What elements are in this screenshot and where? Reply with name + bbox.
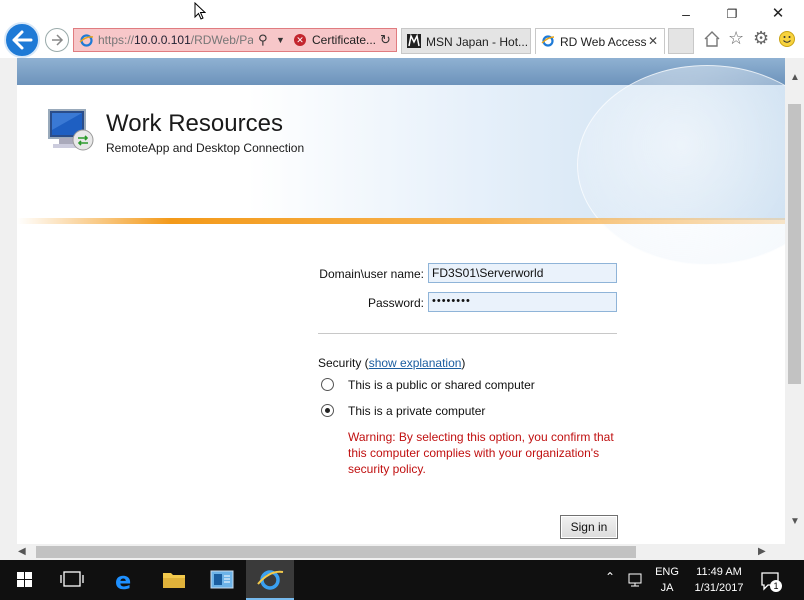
arrow-right-icon — [52, 34, 64, 46]
horizontal-scroll-thumb[interactable] — [36, 546, 636, 558]
gear-icon[interactable]: ⚙ — [753, 28, 769, 49]
scroll-up-arrow-icon[interactable]: ▲ — [790, 72, 800, 83]
ie-icon — [541, 35, 555, 47]
internet-explorer-taskbar-button[interactable] — [246, 560, 294, 600]
chevron-down-icon[interactable]: ▼ — [276, 35, 285, 45]
task-view-button[interactable] — [48, 560, 96, 600]
back-button[interactable] — [4, 22, 40, 58]
tab-msn-japan[interactable]: MSN Japan - Hot... — [401, 28, 531, 54]
scroll-right-arrow-icon[interactable]: ▶ — [758, 546, 766, 557]
domain-user-input[interactable] — [428, 263, 617, 283]
ie-page-icon — [79, 34, 94, 47]
ie-icon — [257, 570, 284, 590]
chevron-up-icon[interactable]: ⌃ — [605, 570, 615, 584]
smiley-feedback-icon[interactable] — [778, 30, 796, 48]
private-computer-radio[interactable] — [321, 404, 334, 417]
private-computer-label[interactable]: This is a private computer — [348, 404, 485, 418]
radio-selected-dot — [325, 408, 330, 413]
address-bar[interactable]: https://10.0.0.101/RDWeb/Pa ⚲ ▼ ✕ Certif… — [73, 28, 397, 52]
input-language-indicator[interactable]: ENG JA — [654, 564, 680, 596]
sign-in-button[interactable]: Sign in — [560, 515, 618, 539]
new-tab-button[interactable] — [668, 28, 694, 54]
public-computer-label[interactable]: This is a public or shared computer — [348, 378, 535, 392]
home-icon[interactable] — [703, 30, 721, 48]
taskbar: e ⌃ ENG JA 11:49 AM 1/31/2017 1 — [0, 560, 804, 600]
clock[interactable]: 11:49 AM 1/31/2017 — [688, 564, 750, 596]
folder-icon — [163, 573, 185, 588]
close-tab-icon[interactable]: ✕ — [648, 34, 658, 48]
show-explanation-link[interactable]: show explanation — [369, 356, 462, 370]
remote-desktop-icon — [48, 109, 94, 151]
header-accent-bar — [17, 218, 785, 224]
rd-web-page: Work Resources RemoteApp and Desktop Con… — [17, 58, 785, 544]
browser-chrome: – ❐ ✕ https://10.0.0.101/RDWeb/Pa ⚲ ▼ ✕ … — [0, 0, 804, 58]
vertical-scroll-thumb[interactable] — [788, 104, 801, 384]
domain-user-label: Domain\user name: — [319, 267, 424, 281]
server-manager-button[interactable] — [198, 560, 246, 600]
msn-icon — [407, 34, 421, 48]
start-button[interactable] — [0, 560, 48, 600]
url-text: https://10.0.0.101/RDWeb/Pa — [98, 33, 253, 47]
mouse-cursor-icon — [194, 2, 206, 20]
security-heading: Security (show explanation) — [318, 356, 466, 370]
tab-rd-web-access[interactable]: RD Web Access ✕ — [535, 28, 665, 54]
server-manager-icon — [210, 570, 234, 589]
tab-label: RD Web Access — [560, 35, 647, 49]
task-view-icon — [60, 571, 84, 587]
edge-taskbar-button[interactable]: e — [100, 560, 148, 600]
windows-logo-icon — [17, 572, 32, 587]
security-warning-text: Warning: By selecting this option, you c… — [348, 430, 614, 476]
password-input[interactable]: •••••••• — [428, 292, 617, 312]
scroll-left-arrow-icon[interactable]: ◀ — [18, 546, 26, 557]
file-explorer-button[interactable] — [150, 560, 198, 600]
restore-button[interactable]: ❐ — [720, 6, 744, 22]
horizontal-scrollbar[interactable]: ◀ ▶ — [0, 544, 804, 560]
arrow-left-icon — [12, 30, 33, 50]
vertical-scrollbar[interactable]: ▲ ▼ — [785, 58, 804, 544]
svg-text:e: e — [115, 567, 131, 595]
public-computer-radio[interactable] — [321, 378, 334, 391]
certificate-error-icon: ✕ — [294, 34, 306, 46]
page-header: Work Resources RemoteApp and Desktop Con… — [17, 65, 785, 265]
left-window-edge — [0, 58, 17, 544]
form-divider — [318, 333, 617, 334]
globe-graphic — [577, 65, 785, 265]
notification-count-badge: 1 — [770, 580, 782, 592]
screen: – ❐ ✕ https://10.0.0.101/RDWeb/Pa ⚲ ▼ ✕ … — [0, 0, 804, 600]
favorites-star-icon[interactable]: ☆ — [728, 28, 744, 49]
password-label: Password: — [367, 296, 424, 310]
search-icon[interactable]: ⚲ — [258, 32, 268, 48]
forward-button[interactable] — [45, 28, 69, 52]
refresh-icon[interactable]: ↻ — [380, 32, 391, 48]
minimize-button[interactable]: – — [674, 6, 698, 22]
edge-icon: e — [115, 567, 131, 595]
tab-label: MSN Japan - Hot... — [426, 35, 529, 49]
page-subtitle: RemoteApp and Desktop Connection — [106, 141, 305, 155]
network-icon[interactable] — [628, 572, 646, 588]
page-title: Work Resources — [106, 110, 283, 137]
scroll-down-arrow-icon[interactable]: ▼ — [790, 516, 800, 527]
close-window-button[interactable]: ✕ — [766, 6, 790, 22]
certificate-error-label[interactable]: Certificate... — [312, 33, 376, 47]
